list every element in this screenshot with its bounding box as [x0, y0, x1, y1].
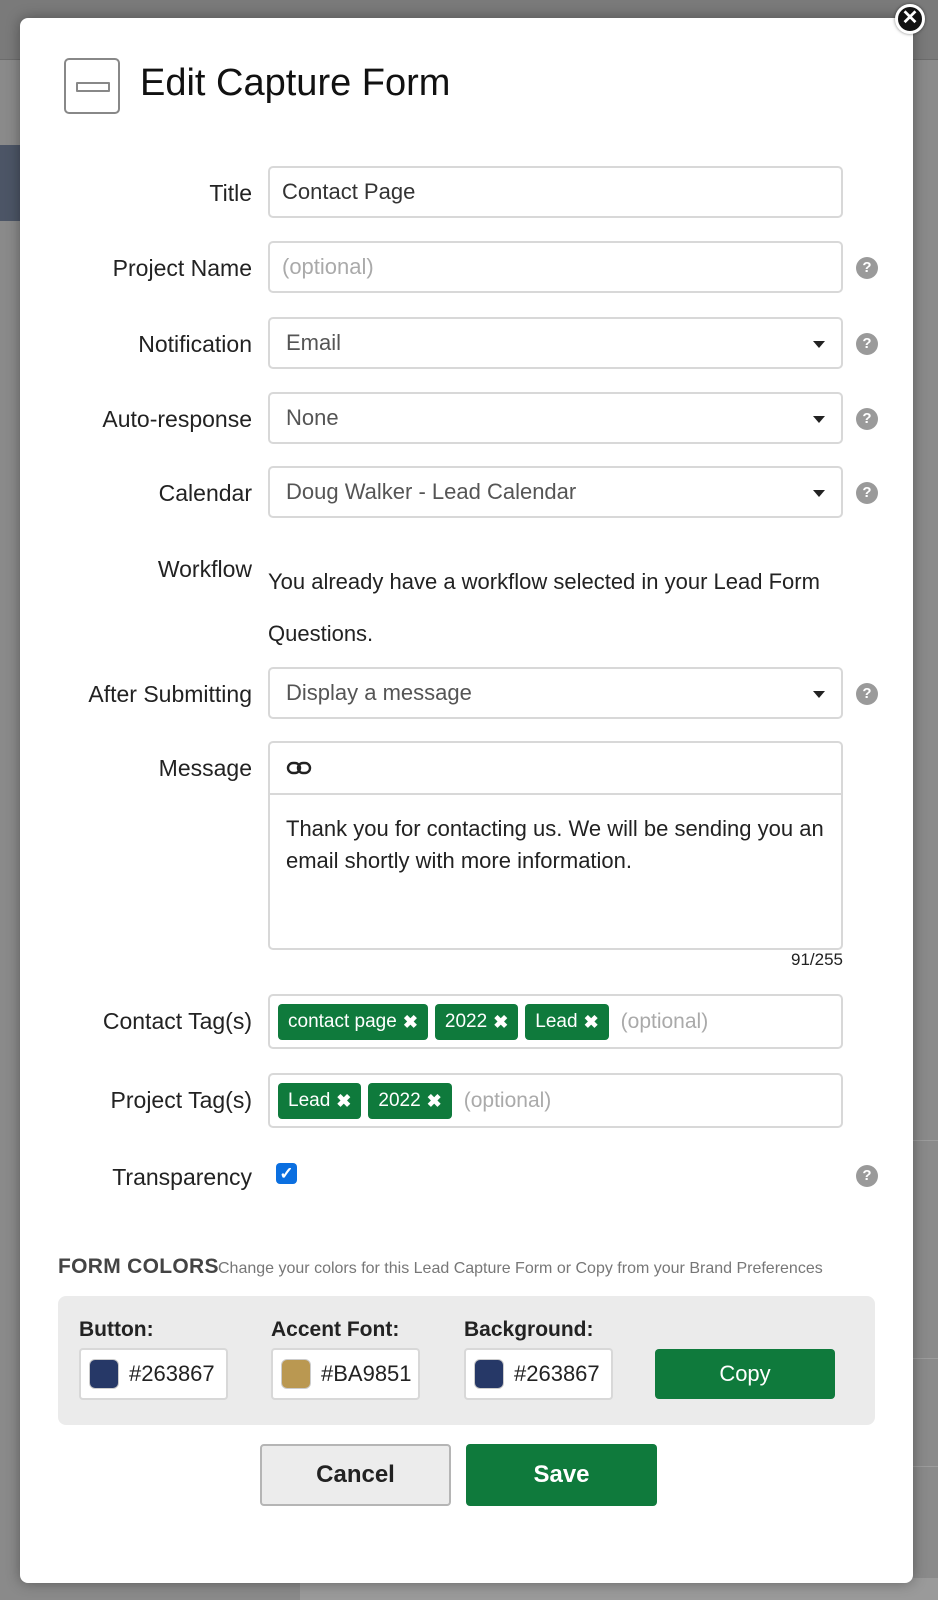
remove-tag-icon[interactable]: ✖ — [336, 1083, 351, 1119]
cancel-button[interactable]: Cancel — [260, 1444, 451, 1506]
accent-font-color-group: Accent Font: #BA9851 — [271, 1318, 420, 1400]
save-button[interactable]: Save — [466, 1444, 657, 1506]
auto-response-value: None — [286, 405, 339, 430]
after-submitting-select[interactable]: Display a message — [268, 667, 843, 719]
help-icon[interactable]: ? — [856, 482, 878, 504]
form-colors-subheading: Change your colors for this Lead Capture… — [218, 1260, 823, 1277]
notification-select[interactable]: Email — [268, 317, 843, 369]
project-name-input[interactable]: (optional) — [268, 241, 843, 293]
link-icon[interactable] — [286, 756, 312, 780]
tag-label: 2022 — [444, 1010, 488, 1032]
remove-tag-icon[interactable]: ✖ — [403, 1004, 418, 1040]
contact-tags-label: Contact Tag(s) — [102, 1008, 252, 1034]
workflow-label: Workflow — [157, 556, 252, 582]
remove-tag-icon[interactable]: ✖ — [427, 1083, 442, 1119]
form-colors-heading: FORM COLORS — [58, 1255, 219, 1278]
background-sidebar-highlight — [0, 145, 20, 221]
calendar-label: Calendar — [158, 480, 252, 506]
background-divider — [913, 1358, 938, 1359]
chevron-down-icon — [813, 691, 825, 698]
background-color-group: Background: #263867 — [464, 1318, 613, 1400]
accent-font-color-input[interactable]: #BA9851 — [271, 1348, 420, 1400]
help-icon[interactable]: ? — [856, 408, 878, 430]
message-label: Message — [158, 755, 252, 781]
tag-label: Lead — [288, 1089, 331, 1111]
tags-placeholder[interactable]: (optional) — [464, 1089, 552, 1113]
project-name-label: Project Name — [112, 255, 252, 281]
calendar-value: Doug Walker - Lead Calendar — [286, 479, 577, 504]
message-text[interactable]: Thank you for contacting us. We will be … — [270, 795, 841, 895]
color-swatch[interactable] — [281, 1359, 311, 1389]
project-tags-input[interactable]: Lead ✖ 2022 ✖ (optional) — [268, 1073, 843, 1128]
background-color-input[interactable]: #263867 — [464, 1348, 613, 1400]
color-swatch[interactable] — [474, 1359, 504, 1389]
button-color-input[interactable]: #263867 — [79, 1348, 228, 1400]
calendar-select[interactable]: Doug Walker - Lead Calendar — [268, 466, 843, 518]
title-label: Title — [209, 180, 252, 206]
background-divider — [913, 1140, 938, 1141]
copy-colors-button[interactable]: Copy — [655, 1349, 835, 1399]
message-editor[interactable]: Thank you for contacting us. We will be … — [268, 741, 843, 950]
form-colors-panel: Button: #263867 Accent Font: #BA9851 Bac… — [58, 1296, 875, 1425]
chevron-down-icon — [813, 490, 825, 497]
accent-font-color-label: Accent Font: — [271, 1318, 400, 1341]
help-icon[interactable]: ? — [856, 1165, 878, 1187]
tag-chip: 2022 ✖ — [434, 1003, 519, 1040]
tag-chip: contact page ✖ — [278, 1003, 428, 1040]
tags-placeholder[interactable]: (optional) — [621, 1010, 709, 1034]
contact-tags-input[interactable]: contact page ✖ 2022 ✖ Lead ✖ (optional) — [268, 994, 843, 1049]
help-icon[interactable]: ? — [856, 333, 878, 355]
message-char-count: 91/255 — [791, 950, 843, 969]
tag-chip: Lead ✖ — [525, 1003, 609, 1040]
transparency-checkbox[interactable]: ✓ — [276, 1163, 297, 1184]
help-icon[interactable]: ? — [856, 257, 878, 279]
background-color-value: #263867 — [514, 1361, 600, 1386]
button-color-label: Button: — [79, 1318, 154, 1341]
edit-capture-form-modal: Edit Capture Form Title Contact Page Pro… — [20, 18, 913, 1583]
tag-label: contact page — [288, 1010, 397, 1032]
after-submitting-value: Display a message — [286, 680, 472, 705]
tag-label: Lead — [535, 1010, 578, 1032]
remove-tag-icon[interactable]: ✖ — [493, 1004, 508, 1040]
project-tags-label: Project Tag(s) — [110, 1087, 252, 1113]
notification-label: Notification — [138, 331, 252, 357]
tag-label: 2022 — [378, 1089, 421, 1111]
transparency-label: Transparency — [112, 1164, 252, 1190]
chevron-down-icon — [813, 416, 825, 423]
modal-title: Edit Capture Form — [140, 62, 451, 104]
after-submitting-label: After Submitting — [88, 681, 252, 707]
accent-font-color-value: #BA9851 — [321, 1361, 412, 1386]
help-icon[interactable]: ? — [856, 683, 878, 705]
button-color-group: Button: #263867 — [79, 1318, 228, 1400]
auto-response-label: Auto-response — [102, 406, 252, 432]
tag-chip: Lead ✖ — [278, 1082, 362, 1119]
close-icon[interactable]: ✕ — [895, 4, 925, 34]
background-divider — [913, 1466, 938, 1467]
title-input[interactable]: Contact Page — [268, 166, 843, 218]
form-icon — [64, 58, 120, 114]
chevron-down-icon — [813, 341, 825, 348]
editor-toolbar — [270, 743, 841, 795]
remove-tag-icon[interactable]: ✖ — [584, 1004, 599, 1040]
workflow-text: You already have a workflow selected in … — [268, 569, 820, 646]
notification-value: Email — [286, 330, 342, 355]
background-color-label: Background: — [464, 1318, 594, 1341]
auto-response-select[interactable]: None — [268, 392, 843, 444]
button-color-value: #263867 — [129, 1361, 215, 1386]
tag-chip: 2022 ✖ — [368, 1082, 452, 1119]
color-swatch[interactable] — [89, 1359, 119, 1389]
